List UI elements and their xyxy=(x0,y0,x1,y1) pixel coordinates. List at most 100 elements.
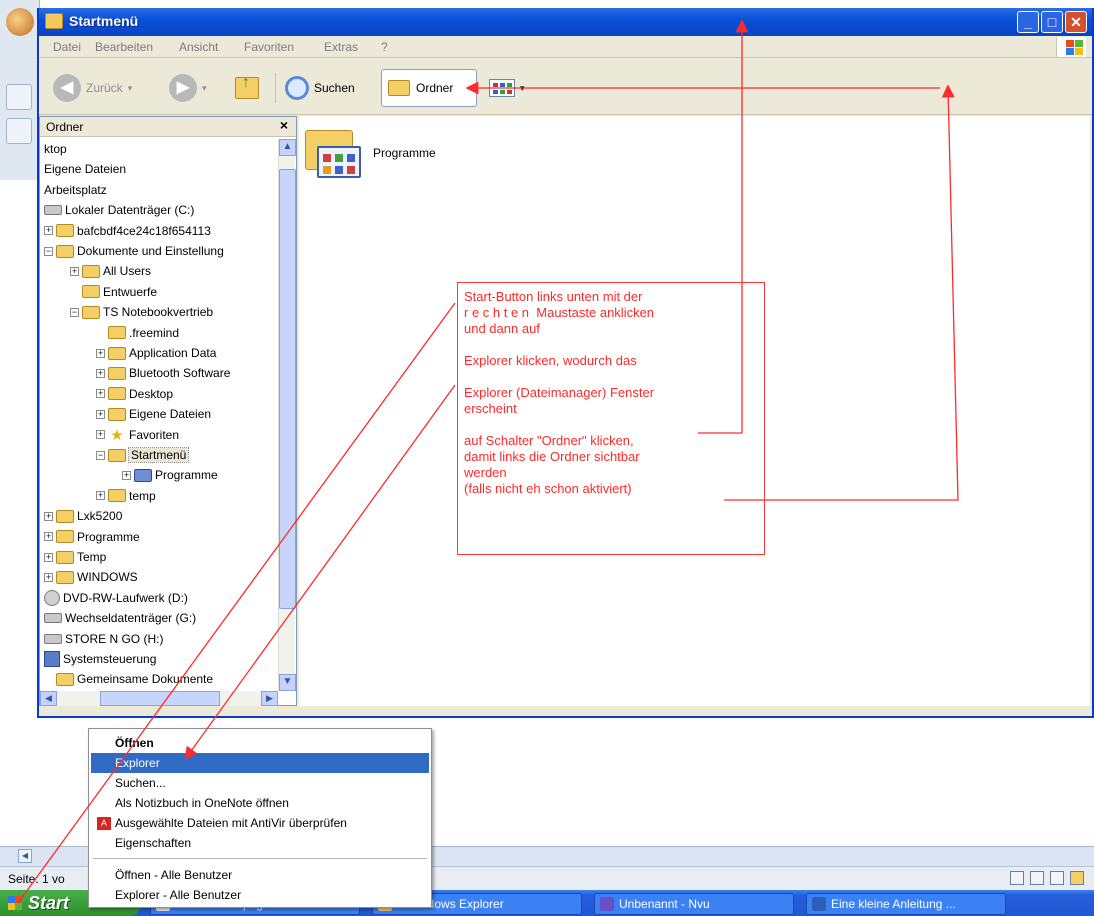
menu-item-open-all-users[interactable]: Öffnen - Alle Benutzer xyxy=(91,865,429,885)
collapse-icon[interactable]: − xyxy=(96,450,105,460)
tree-item[interactable]: − TS Notebookvertrieb xyxy=(70,302,213,322)
reading-view-icon[interactable] xyxy=(1030,871,1044,885)
vertical-scrollbar[interactable]: ▲ ▼ xyxy=(278,139,296,691)
expand-icon[interactable]: + xyxy=(96,389,105,399)
web-layout-view-icon[interactable] xyxy=(1050,871,1064,885)
office-button-icon xyxy=(6,8,34,36)
scroll-right-icon[interactable]: ▶ xyxy=(261,691,278,706)
tree-item[interactable]: Entwuerfe xyxy=(70,282,157,302)
tree-item-label: Bluetooth Software xyxy=(129,366,231,381)
tree-item[interactable]: Lokaler Datenträger (C:) xyxy=(44,200,194,220)
expand-icon[interactable]: + xyxy=(96,491,105,501)
task-label: Eine kleine Anleitung ... xyxy=(831,897,956,911)
tree-item[interactable]: STORE N GO (H:) xyxy=(44,629,163,649)
tree-item[interactable]: Arbeitsplatz xyxy=(44,180,107,200)
folder-icon xyxy=(108,366,126,380)
expand-icon[interactable]: + xyxy=(70,266,79,276)
menu-tools[interactable]: Extras xyxy=(324,40,358,54)
toolbar-separator xyxy=(275,73,276,103)
tree-item[interactable]: Eigene Dateien xyxy=(44,159,126,179)
scroll-left-icon[interactable]: ◀ xyxy=(40,691,57,706)
views-button[interactable]: ▾ xyxy=(489,71,525,105)
tree-item[interactable]: + Desktop xyxy=(96,384,173,404)
annotation-line: und dann auf xyxy=(464,321,540,336)
drive-icon xyxy=(44,613,62,624)
up-folder-button[interactable]: ↑ xyxy=(235,71,259,105)
taskbar-item-nvu[interactable]: Unbenannt - Nvu xyxy=(594,893,794,915)
menu-favorites[interactable]: Favoriten xyxy=(244,40,294,54)
menu-item-explorer[interactable]: Explorer xyxy=(91,753,429,773)
tree-item[interactable]: DVD-RW-Laufwerk (D:) xyxy=(44,588,188,608)
tree-item[interactable]: + Temp xyxy=(44,547,106,567)
print-layout-view-icon[interactable] xyxy=(1010,871,1024,885)
expand-icon[interactable]: + xyxy=(96,348,105,358)
horizontal-scroll-thumb[interactable] xyxy=(100,691,220,706)
menu-item-explorer-all-users[interactable]: Explorer - Alle Benutzer xyxy=(91,885,429,905)
menu-item-antivir[interactable]: A Ausgewählte Dateien mit AntiVir überpr… xyxy=(91,813,429,833)
menu-file[interactable]: Datei xyxy=(53,40,81,54)
collapse-icon[interactable]: − xyxy=(70,307,79,317)
expand-icon[interactable]: + xyxy=(96,409,105,419)
scroll-up-icon[interactable]: ▲ xyxy=(279,139,296,156)
search-button[interactable]: Suchen xyxy=(285,71,355,105)
tree-item[interactable]: + Eigene Dateien xyxy=(96,404,211,424)
horizontal-scrollbar[interactable]: ◀ ▶ xyxy=(40,691,278,706)
folder-icon xyxy=(108,448,126,462)
menu-item-onenote[interactable]: Als Notizbuch in OneNote öffnen xyxy=(91,793,429,813)
scroll-down-icon[interactable]: ▼ xyxy=(279,674,296,691)
expand-icon[interactable]: + xyxy=(96,368,105,378)
control-panel-icon xyxy=(44,651,60,667)
scroll-left-icon[interactable]: ◀ xyxy=(18,849,32,863)
menu-help[interactable]: ? xyxy=(381,40,388,54)
tree-item[interactable]: − Dokumente und Einstellung xyxy=(44,241,224,261)
programs-folder-item[interactable] xyxy=(305,124,363,182)
forward-button[interactable]: ▶ ▾ xyxy=(169,71,207,105)
tree-item[interactable]: Gemeinsame Dokumente xyxy=(44,669,213,689)
menu-item-open[interactable]: Öffnen xyxy=(91,733,429,753)
programs-folder-label[interactable]: Programme xyxy=(373,146,436,160)
folder-tree: ktop Eigene Dateien Arbeitsplatz Lokaler Da… xyxy=(40,139,278,691)
tree-item[interactable]: Wechseldatenträger (G:) xyxy=(44,608,196,628)
menu-view[interactable]: Ansicht xyxy=(179,40,218,54)
expand-icon[interactable]: + xyxy=(96,430,105,440)
expand-icon[interactable]: + xyxy=(44,226,53,236)
menu-item-search[interactable]: Suchen... xyxy=(91,773,429,793)
tree-item[interactable]: .freemind xyxy=(96,323,179,343)
collapse-icon[interactable]: − xyxy=(44,246,53,256)
menu-item-properties[interactable]: Eigenschaften xyxy=(91,833,429,853)
scroll-thumb[interactable] xyxy=(279,169,296,609)
tree-item[interactable]: + Lxk5200 xyxy=(44,506,122,526)
tree-item[interactable]: + Bluetooth Software xyxy=(96,363,230,383)
tree-item[interactable]: ktop xyxy=(44,139,67,159)
menu-edit[interactable]: Bearbeiten xyxy=(95,40,153,54)
expand-icon[interactable]: + xyxy=(44,511,53,521)
tree-item[interactable]: + Programme xyxy=(122,465,218,485)
tree-item[interactable]: + Programme xyxy=(44,527,140,547)
tree-item-label: Eigene Dateien xyxy=(44,162,127,177)
close-icon[interactable]: × xyxy=(280,117,288,133)
tree-item[interactable]: + bafcbdf4ce24c18f654113 xyxy=(44,221,211,241)
expand-icon[interactable]: + xyxy=(44,532,53,542)
tree-item[interactable]: + WINDOWS xyxy=(44,567,138,587)
expand-icon[interactable]: + xyxy=(44,552,53,562)
back-button[interactable]: ◀ Zurück ▾ xyxy=(53,71,132,105)
tree-item[interactable]: + Application Data xyxy=(96,343,216,363)
tree-item[interactable]: Systemsteuerung xyxy=(44,649,156,669)
folder-icon xyxy=(56,509,74,523)
expand-icon[interactable]: + xyxy=(122,470,131,480)
tree-item[interactable]: + All Users xyxy=(70,261,151,281)
tree-item[interactable]: + temp xyxy=(96,486,156,506)
expand-icon[interactable]: + xyxy=(44,572,53,582)
drive-icon xyxy=(44,633,62,644)
tree-item[interactable]: − Startmenü xyxy=(96,445,190,465)
tree-item-label: Entwuerfe xyxy=(103,284,158,299)
tree-item-label: All Users xyxy=(103,264,152,279)
minimize-button[interactable]: _ xyxy=(1017,11,1039,33)
tree-item[interactable]: + ★ Favoriten xyxy=(96,425,179,445)
taskbar-item-word-document[interactable]: Eine kleine Anleitung ... xyxy=(806,893,1006,915)
close-button[interactable]: ✕ xyxy=(1065,11,1087,33)
maximize-button[interactable]: □ xyxy=(1041,11,1063,33)
folders-button[interactable]: Ordner xyxy=(381,69,477,107)
outline-view-icon[interactable] xyxy=(1070,871,1084,885)
title-bar[interactable]: Startmenü _ □ ✕ xyxy=(39,8,1092,36)
